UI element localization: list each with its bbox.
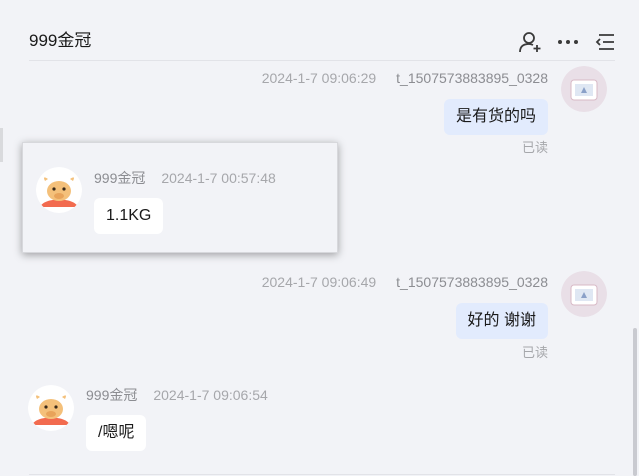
avatar[interactable] (561, 271, 607, 317)
add-member-icon[interactable] (518, 30, 542, 54)
message-meta: 2024-1-7 09:06:29 t_1507573883895_0328 (262, 69, 548, 87)
avatar-image (28, 385, 74, 431)
message-time: 2024-1-7 09:06:49 (261, 274, 377, 290)
message-meta: 2024-1-7 09:06:49 t_1507573883895_0328 (262, 273, 548, 291)
avatar[interactable] (36, 167, 82, 213)
header-divider (29, 60, 615, 61)
menu-icon[interactable] (593, 30, 617, 54)
scrollbar[interactable] (633, 328, 637, 476)
panel-edge-handle[interactable] (0, 128, 3, 162)
sender-name: 999金冠 (94, 170, 146, 186)
avatar[interactable] (561, 66, 607, 112)
avatar[interactable] (28, 385, 74, 431)
message-bubble[interactable]: 1.1KG (94, 198, 164, 234)
message-time: 2024-1-7 09:06:29 (261, 70, 377, 86)
message-time: 2024-1-7 09:06:54 (153, 387, 268, 403)
message-meta: 999金冠 2024-1-7 00:57:48 (94, 169, 276, 187)
sender-name: t_1507573883895_0328 (396, 70, 548, 86)
message-bubble[interactable]: /嗯呢 (86, 415, 147, 451)
avatar-image (36, 167, 82, 213)
sender-name: t_1507573883895_0328 (396, 274, 548, 290)
read-status: 已读 (521, 345, 548, 360)
sender-name: 999金冠 (86, 387, 138, 403)
avatar-image (561, 66, 607, 112)
message-time: 2024-1-7 00:57:48 (161, 170, 276, 186)
avatar-image (561, 271, 607, 317)
chat-title: 999金冠 (29, 31, 92, 50)
quoted-message-card[interactable]: 999金冠 2024-1-7 00:57:48 1.1KG (22, 142, 338, 253)
message-meta: 999金冠 2024-1-7 09:06:54 (86, 386, 268, 404)
message-bubble[interactable]: 是有货的吗 (443, 99, 548, 135)
input-divider (29, 474, 615, 475)
more-icon[interactable] (556, 30, 580, 54)
chat-header: 999金冠 (0, 0, 639, 60)
read-status: 已读 (521, 140, 548, 155)
message-bubble[interactable]: 好的 谢谢 (455, 303, 548, 339)
